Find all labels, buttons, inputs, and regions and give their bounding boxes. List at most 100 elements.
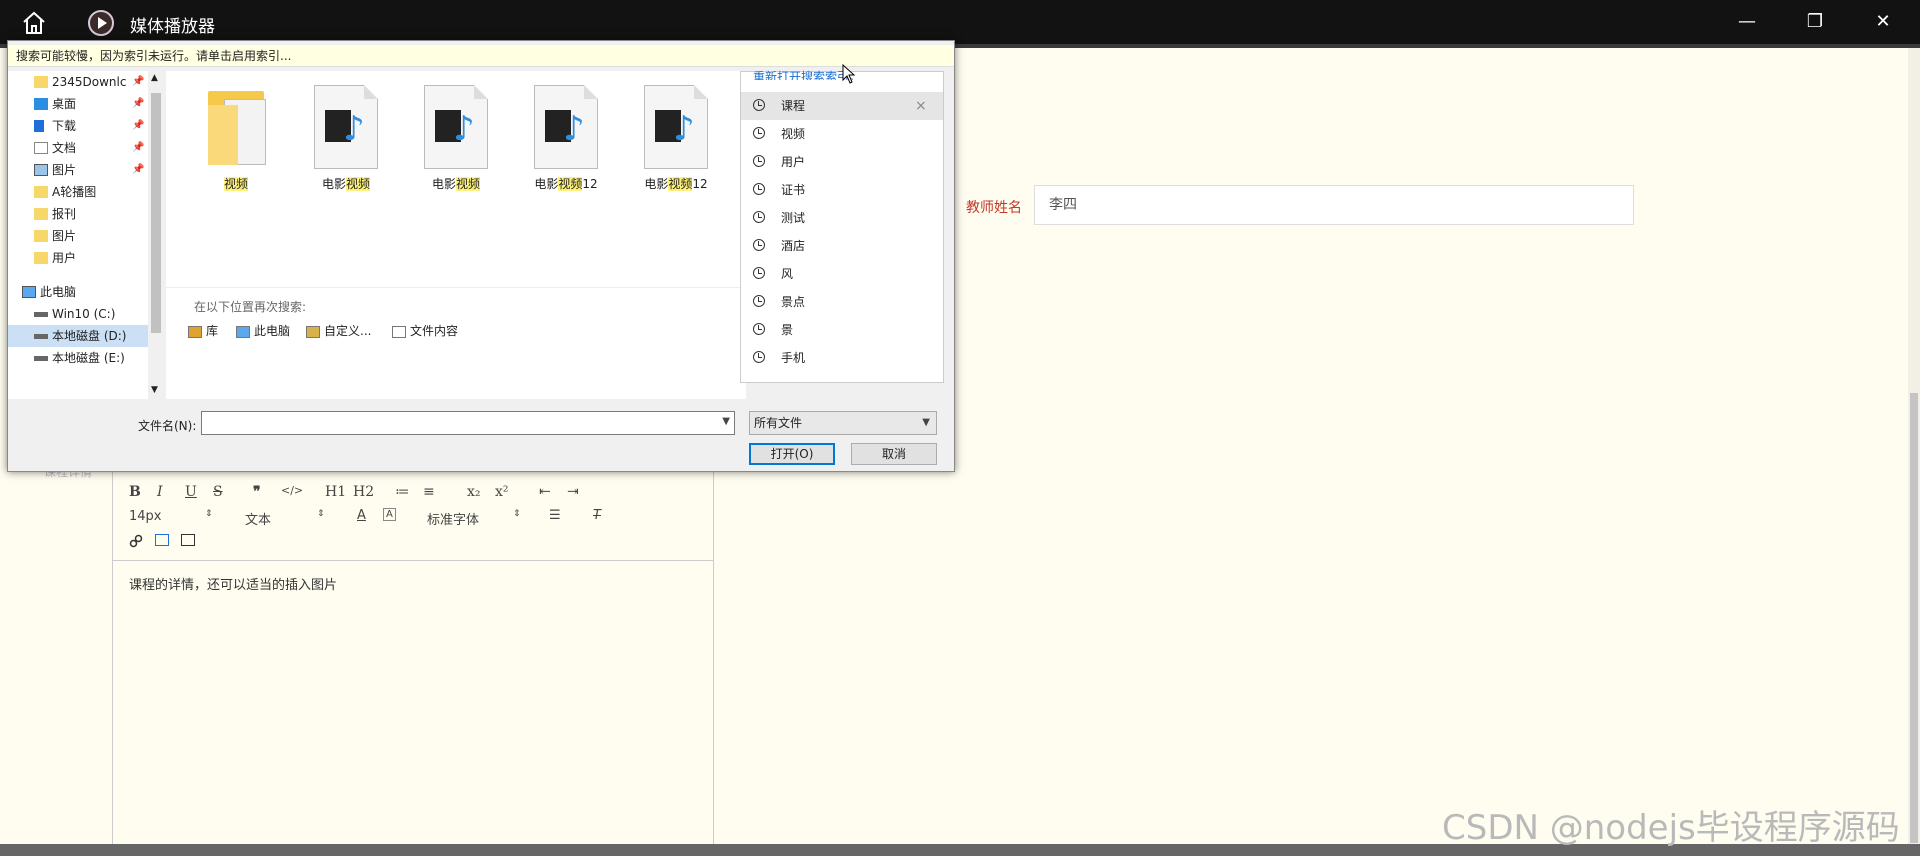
align-icon[interactable]: ☰	[549, 508, 561, 523]
history-clock-icon	[753, 155, 765, 167]
search-history-item[interactable]: 证书	[741, 176, 943, 204]
nav-item[interactable]: 桌面 📌	[8, 93, 148, 115]
history-item-label: 视频	[781, 127, 806, 141]
chevron-up-icon[interactable]: ▲	[151, 73, 158, 83]
drive-icon	[34, 334, 48, 339]
nav-item-label: A轮播图	[52, 185, 97, 199]
minimize-button[interactable]: —	[1732, 8, 1762, 36]
maximize-button[interactable]: ❐	[1800, 8, 1830, 36]
search-history-item[interactable]: 视频	[741, 120, 943, 148]
nav-item[interactable]: 此电脑	[8, 281, 148, 303]
library-icon	[188, 325, 202, 338]
underline-button[interactable]: U	[185, 484, 197, 500]
nav-item[interactable]: 用户	[8, 247, 148, 269]
background-color-icon[interactable]: A	[383, 508, 396, 521]
search-location-link[interactable]: 库	[188, 322, 218, 339]
nav-item[interactable]: 报刊	[8, 203, 148, 225]
mouse-cursor-icon	[842, 63, 856, 84]
nav-item-label: 用户	[52, 251, 77, 265]
file-item[interactable]: ♪ 电影视频	[296, 85, 396, 192]
file-item[interactable]: ♪ 电影视频12	[626, 85, 726, 192]
italic-button[interactable]: I	[157, 484, 163, 500]
navigation-pane: 2345Downlc 📌 桌面 📌 下载 📌 文档 📌 图片 📌 A轮播图报刊 图片用户此电脑 Win1…	[8, 71, 164, 399]
nav-item[interactable]: 下载 📌	[8, 115, 148, 137]
nav-item[interactable]: Win10 (C:)	[8, 303, 148, 325]
scrollbar-thumb[interactable]	[151, 93, 161, 333]
file-item[interactable]: ♪ 电影视频12	[516, 85, 616, 192]
outdent-button[interactable]: ⇤	[539, 484, 551, 500]
superscript-button[interactable]: x²	[495, 484, 509, 500]
nav-item[interactable]: A轮播图	[8, 181, 148, 203]
video-icon[interactable]	[181, 534, 195, 546]
nav-item-label: 本地磁盘 (E:)	[52, 351, 125, 365]
search-history-item[interactable]: 课程 ×	[741, 92, 943, 120]
subscript-button[interactable]: x₂	[467, 484, 481, 500]
cancel-button[interactable]: 取消	[851, 443, 937, 465]
file-name: 电影视频	[296, 175, 396, 192]
clear-format-icon[interactable]: T	[593, 508, 601, 523]
block-type-select[interactable]: 文本	[245, 509, 271, 528]
scrollbar-thumb[interactable]	[1910, 393, 1918, 843]
search-location-label: 此电脑	[254, 324, 291, 338]
remove-history-icon[interactable]: ×	[915, 92, 927, 120]
nav-item[interactable]: 2345Downlc 📌	[8, 71, 148, 93]
home-icon[interactable]	[20, 10, 50, 36]
search-location-label: 库	[206, 324, 219, 338]
link-icon[interactable]	[129, 534, 143, 548]
search-history-item[interactable]: 用户	[741, 148, 943, 176]
editor-content[interactable]: 课程的详情，还可以适当的插入图片	[129, 574, 337, 593]
folder-item[interactable]: 视频	[186, 85, 286, 192]
history-item-label: 课程	[781, 99, 806, 113]
navigation-scrollbar[interactable]: ▲ ▼	[148, 71, 164, 399]
nav-item-selected[interactable]: 本地磁盘 (D:)	[8, 325, 148, 347]
file-name: 电影视频	[406, 175, 506, 192]
indent-button[interactable]: ⇥	[567, 484, 579, 500]
chevron-down-icon[interactable]: ▼	[151, 385, 158, 395]
search-history-item[interactable]: 测试	[741, 204, 943, 232]
strike-button[interactable]: S	[213, 484, 223, 500]
font-size-select[interactable]: 14px	[129, 509, 162, 524]
page-scrollbar[interactable]	[1908, 48, 1920, 844]
folder-icon	[34, 230, 48, 242]
nav-item[interactable]: 文档 📌	[8, 137, 148, 159]
nav-item[interactable]: 图片	[8, 225, 148, 247]
video-file-icon: ♪	[534, 85, 598, 169]
file-name-match: 视频	[668, 177, 693, 191]
file-type-select[interactable]: 所有文件 ▼	[749, 411, 937, 435]
search-location-link[interactable]: 文件内容	[392, 322, 458, 339]
code-button[interactable]: </>	[281, 484, 303, 497]
filename-input[interactable]: ▼	[201, 411, 735, 435]
history-clock-icon	[753, 239, 765, 251]
download-icon	[34, 120, 44, 132]
h2-button[interactable]: H2	[353, 484, 374, 500]
nav-item[interactable]: 图片 📌	[8, 159, 148, 181]
h1-button[interactable]: H1	[325, 484, 346, 500]
text-color-icon[interactable]: A	[357, 508, 366, 523]
bold-button[interactable]: B	[129, 484, 141, 500]
search-history-item[interactable]: 景	[741, 316, 943, 344]
font-family-select[interactable]: 标准字体	[427, 509, 479, 528]
teacher-name-input[interactable]: 李四	[1034, 185, 1634, 225]
search-history-item[interactable]: 手机	[741, 344, 943, 372]
file-name: 电影视频12	[626, 175, 726, 192]
nav-item[interactable]: 本地磁盘 (E:)	[8, 347, 148, 369]
search-history-item[interactable]: 风	[741, 260, 943, 288]
search-location-link[interactable]: 此电脑	[236, 322, 290, 339]
search-history-item[interactable]: 景点	[741, 288, 943, 316]
open-button[interactable]: 打开(O)	[749, 443, 835, 465]
chevron-down-icon: ▼	[922, 417, 930, 428]
file-item[interactable]: ♪ 电影视频	[406, 85, 506, 192]
custom-folder-icon	[306, 325, 320, 338]
bullet-list-button[interactable]: ≡	[423, 484, 435, 500]
search-history-item[interactable]: 酒店	[741, 232, 943, 260]
chevron-down-icon[interactable]: ▼	[722, 416, 730, 427]
search-location-link[interactable]: 自定义...	[306, 322, 371, 339]
index-info-bar[interactable]: 搜索可能较慢，因为索引未运行。请单击启用索引...	[8, 45, 954, 67]
file-name-suffix: 12	[582, 177, 598, 191]
blockquote-button[interactable]: ❞	[253, 484, 261, 500]
history-clock-icon	[753, 295, 765, 307]
image-icon[interactable]	[155, 534, 169, 546]
close-button[interactable]: ✕	[1868, 8, 1898, 36]
ordered-list-button[interactable]: ≔	[395, 484, 409, 500]
history-clock-icon	[753, 351, 765, 363]
